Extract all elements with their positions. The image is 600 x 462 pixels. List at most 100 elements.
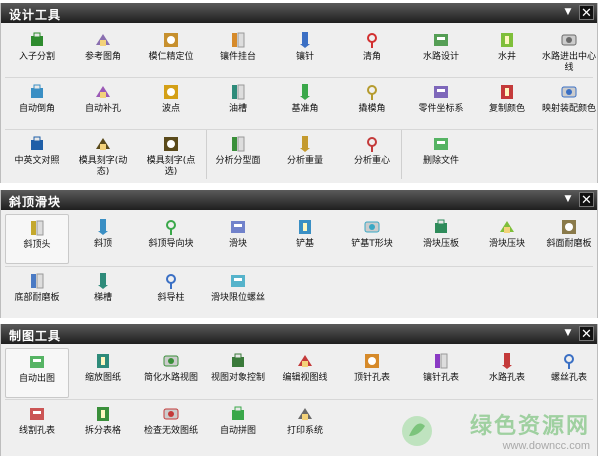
tool-button[interactable]: 分析重心: [340, 131, 404, 181]
tool-button[interactable]: 撬模角: [340, 79, 404, 129]
tool-button[interactable]: 油槽: [206, 79, 270, 129]
watermark: 绿色资源网 www.downcc.com: [470, 408, 590, 452]
tool-button[interactable]: 滑块压块: [475, 214, 539, 264]
angle-pin-icon: [139, 272, 203, 290]
tool-button[interactable]: 参考图角: [71, 27, 135, 77]
tool-label: 模具刻字(动: [78, 156, 128, 166]
tool-label: 斜导柱: [157, 293, 185, 303]
insert-pin-table-icon: [409, 352, 473, 370]
panel-titlebar[interactable]: 斜顶滑块 ▼ ✕: [1, 190, 597, 210]
tool-button[interactable]: 入子分割: [5, 27, 69, 77]
tool-label: 缩放图纸: [84, 373, 121, 383]
close-icon[interactable]: ✕: [579, 192, 594, 208]
tool-button[interactable]: 梯槽: [71, 268, 135, 318]
tool-label: 基准角: [291, 104, 319, 114]
watermark-url: www.downcc.com: [502, 440, 590, 452]
engrave-pick-icon: [139, 135, 203, 153]
screw-table-icon: [537, 352, 600, 370]
tool-button[interactable]: 清角: [340, 27, 404, 77]
tool-button[interactable]: 底部耐磨板: [5, 268, 69, 318]
tool-button[interactable]: 缩放图纸: [71, 348, 135, 398]
translate-icon: [5, 135, 69, 153]
tool-button[interactable]: 自动拼图: [206, 401, 270, 451]
tool-button[interactable]: 斜顶: [71, 214, 135, 264]
tool-label: 斜面耐磨板: [546, 239, 592, 249]
tool-button[interactable]: 线割孔表: [5, 401, 69, 451]
map-color-icon: [537, 83, 600, 101]
panel-design-tools: 设计工具 ▼ ✕ 入子分割 参考图角 模仁精定位 镶件挂台 镶针 清角 水路设计 水井 水路进出…: [0, 3, 598, 183]
tool-button[interactable]: 波点: [139, 79, 203, 129]
copy-color-icon: [475, 83, 539, 101]
tool-button[interactable]: 复制颜色: [475, 79, 539, 129]
lifter-icon: [71, 218, 135, 236]
tool-button[interactable]: 水路进出中心线: [537, 27, 600, 77]
tool-label: 滑块: [228, 239, 247, 249]
tool-button[interactable]: 视图对象控制: [206, 348, 270, 398]
tool-button[interactable]: 螺丝孔表: [537, 348, 600, 398]
tool-button[interactable]: 镶针孔表: [409, 348, 473, 398]
tool-button[interactable]: 水路设计: [409, 27, 473, 77]
tool-button[interactable]: 斜顶导向块: [139, 214, 203, 264]
water-hole-table-icon: [475, 352, 539, 370]
close-icon[interactable]: ✕: [579, 5, 594, 21]
tool-button[interactable]: 映射装配颜色: [537, 79, 600, 129]
tool-button[interactable]: 零件坐标系: [409, 79, 473, 129]
tool-button[interactable]: 铲基: [273, 214, 337, 264]
tool-button[interactable]: 镶针: [273, 27, 337, 77]
tool-button[interactable]: 分析重量: [273, 131, 337, 181]
analyze-parting-icon: [206, 135, 270, 153]
tool-button[interactable]: 自动补孔: [71, 79, 135, 129]
tool-button[interactable]: 中英文对照: [5, 131, 69, 181]
tool-button[interactable]: 斜面耐磨板: [537, 214, 600, 264]
bottom-wear-plate-icon: [5, 272, 69, 290]
tool-button[interactable]: 基准角: [273, 79, 337, 129]
tool-button[interactable]: 打印系统: [273, 401, 337, 451]
tool-button[interactable]: 水路孔表: [475, 348, 539, 398]
wedge-t-icon: [340, 218, 404, 236]
tool-button[interactable]: 顶针孔表: [340, 348, 404, 398]
tool-button[interactable]: 水井: [475, 27, 539, 77]
split-table-icon: [71, 405, 135, 423]
dropdown-arrow-icon[interactable]: ▼: [561, 326, 575, 341]
tool-label: 模仁精定位: [148, 52, 194, 62]
edit-view-line-icon: [273, 352, 337, 370]
tool-button[interactable]: 自动出图: [5, 348, 69, 398]
core-locate-icon: [139, 31, 203, 49]
tool-button[interactable]: 斜顶头: [5, 214, 69, 264]
tool-label: 波点: [161, 104, 180, 114]
tool-label: 自动拼图: [219, 426, 256, 436]
scale-drawing-icon: [71, 352, 135, 370]
panel-title: 制图工具: [9, 329, 62, 343]
panel-titlebar[interactable]: 设计工具 ▼ ✕: [1, 3, 597, 23]
tool-button[interactable]: 滑块压板: [409, 214, 473, 264]
tool-button[interactable]: 删除文件: [409, 131, 473, 181]
tool-label: 编辑视图线: [282, 373, 328, 383]
row-separator: [5, 77, 593, 78]
panel-titlebar[interactable]: 制图工具 ▼ ✕: [1, 324, 597, 344]
dropdown-arrow-icon[interactable]: ▼: [561, 192, 575, 207]
wear-plate-icon: [537, 218, 600, 236]
tool-button[interactable]: 模具刻字(动 态): [71, 131, 135, 181]
limit-screw-icon: [206, 272, 270, 290]
tool-button[interactable]: 检查无效图纸: [139, 401, 203, 451]
tool-label: 参考图角: [84, 52, 121, 62]
tool-label: 螺丝孔表: [550, 373, 587, 383]
auto-combine-icon: [206, 405, 270, 423]
tool-button[interactable]: 自动倒角: [5, 79, 69, 129]
tool-button[interactable]: 拆分表格: [71, 401, 135, 451]
tool-button[interactable]: 滑块: [206, 214, 270, 264]
tool-button[interactable]: 镶件挂台: [206, 27, 270, 77]
tool-button[interactable]: 铲基T形块: [340, 214, 404, 264]
tool-label: 撬模角: [358, 104, 386, 114]
tool-label: 模具刻字(点: [146, 156, 196, 166]
tool-button[interactable]: 斜导柱: [139, 268, 203, 318]
tool-button[interactable]: 编辑视图线: [273, 348, 337, 398]
close-icon[interactable]: ✕: [579, 326, 594, 342]
tool-button[interactable]: 模具刻字(点 选): [139, 131, 203, 181]
tool-grid: 斜顶头 斜顶 斜顶导向块 滑块 铲基 铲基T形块 滑块压板 滑块压块 斜面耐磨板底部耐磨板 梯槽 斜…: [1, 210, 597, 318]
tool-button[interactable]: 模仁精定位: [139, 27, 203, 77]
tool-button[interactable]: 分析分型面: [206, 131, 270, 181]
tool-button[interactable]: 简化水路视图: [139, 348, 203, 398]
tool-button[interactable]: 滑块限位螺丝: [206, 268, 270, 318]
dropdown-arrow-icon[interactable]: ▼: [561, 5, 575, 20]
